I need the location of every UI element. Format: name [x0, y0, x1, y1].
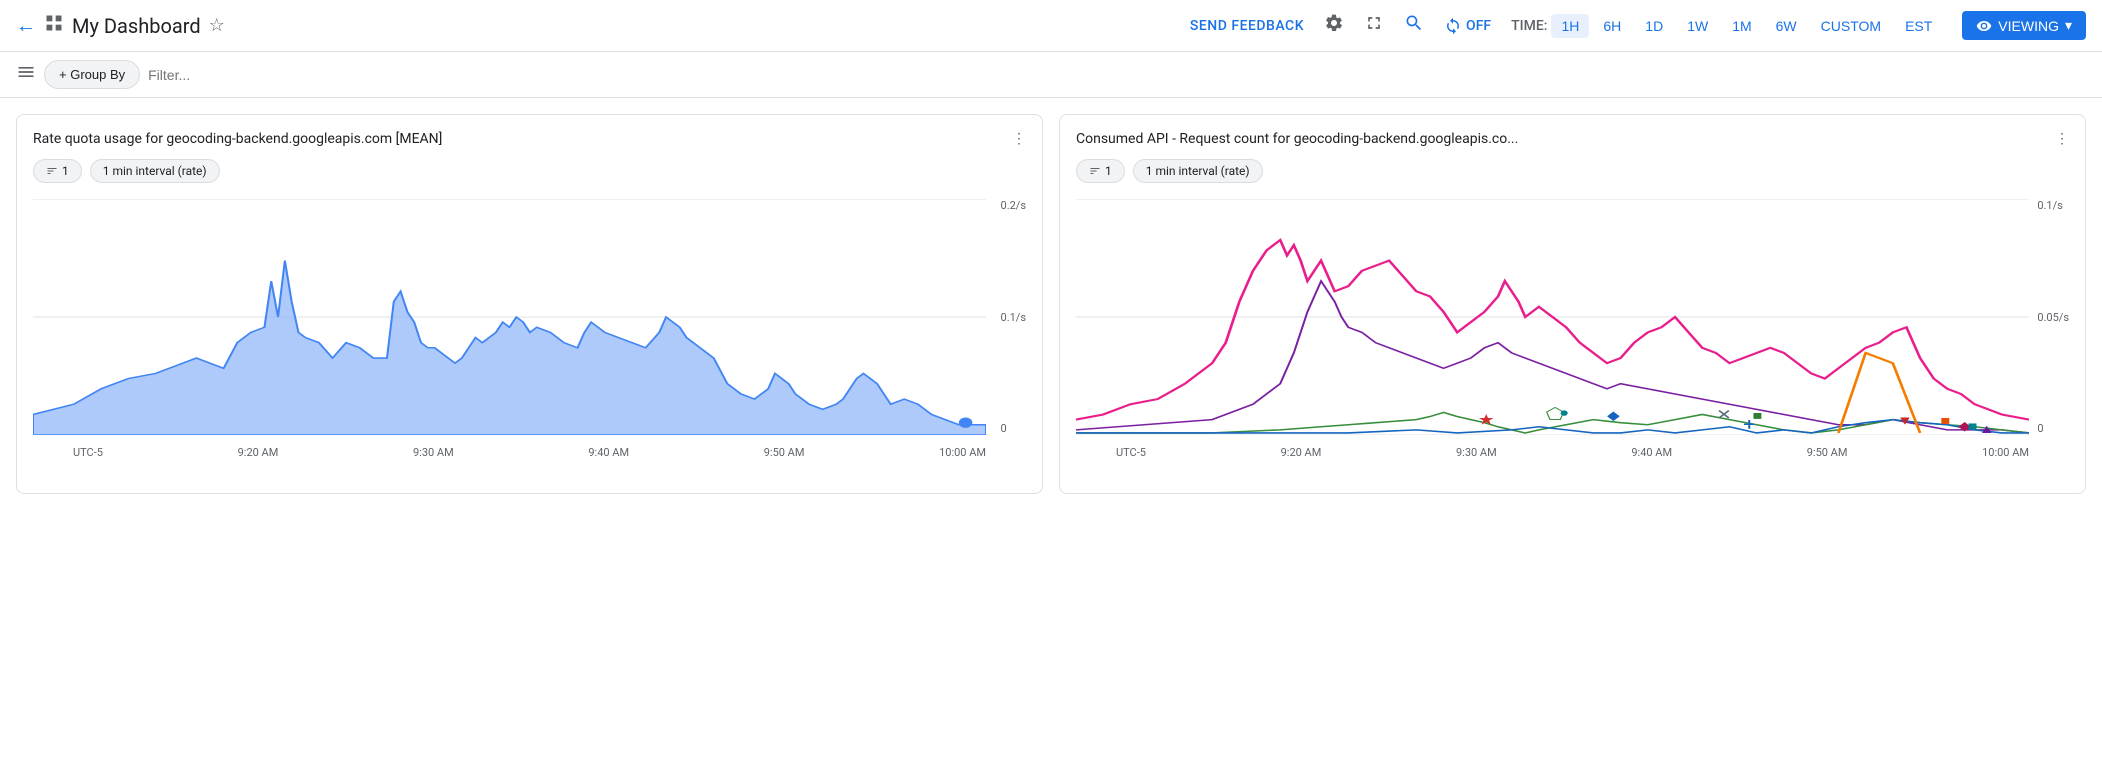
- chart-2-x-labels: UTC-5 9:20 AM 9:30 AM 9:40 AM 9:50 AM 10…: [1116, 446, 2029, 459]
- dashboard-title: My Dashboard: [72, 14, 201, 38]
- fullscreen-icon[interactable]: [1364, 13, 1384, 38]
- chart-1-x-0: UTC-5: [73, 446, 103, 459]
- chart-1-svg-area: [33, 199, 986, 435]
- time-section: TIME: 1H 6H 1D 1W 1M 6W CUSTOM EST: [1511, 14, 1942, 38]
- timezone-button[interactable]: EST: [1895, 14, 1942, 38]
- svg-text:✕: ✕: [1716, 407, 1732, 424]
- chart-1-filter-count: 1: [62, 164, 69, 178]
- chart-2-x-4: 9:50 AM: [1807, 446, 1848, 459]
- time-1d-button[interactable]: 1D: [1635, 14, 1673, 38]
- auto-refresh-label: OFF: [1466, 18, 1491, 34]
- chart-1-interval-label: 1 min interval (rate): [103, 164, 207, 178]
- chart-1-interval-badge[interactable]: 1 min interval (rate): [90, 159, 220, 183]
- chart-2-x-0: UTC-5: [1116, 446, 1146, 459]
- back-button[interactable]: ←: [16, 13, 36, 38]
- settings-icon[interactable]: [1324, 13, 1344, 38]
- dashboard-icon[interactable]: [44, 13, 64, 38]
- svg-text:★: ★: [1478, 412, 1495, 429]
- svg-text:+: +: [1743, 415, 1755, 435]
- chart-2-x-3: 9:40 AM: [1631, 446, 1672, 459]
- header: ← My Dashboard ☆ SEND FEEDBACK OFF TIME:…: [0, 0, 2102, 52]
- header-center: SEND FEEDBACK OFF TIME: 1H 6H 1D 1W 1M 6…: [1190, 11, 2086, 40]
- viewing-dropdown-icon: ▾: [2065, 17, 2072, 34]
- chart-2-x-2: 9:30 AM: [1456, 446, 1497, 459]
- header-left: ← My Dashboard ☆: [16, 13, 1178, 38]
- toolbar: + Group By: [0, 52, 2102, 98]
- time-1w-button[interactable]: 1W: [1677, 14, 1718, 38]
- chart-2-title: Consumed API - Request count for geocodi…: [1076, 131, 1518, 147]
- chart-2-filter-count: 1: [1105, 164, 1112, 178]
- time-1h-button[interactable]: 1H: [1551, 14, 1589, 38]
- chart-2-area: 0.1/s 0.05/s 0: [1076, 199, 2069, 459]
- chart-1-x-4: 9:50 AM: [764, 446, 805, 459]
- chart-1-menu-icon[interactable]: ⋮: [1012, 131, 1026, 147]
- chart-2-header: Consumed API - Request count for geocodi…: [1076, 131, 2069, 147]
- chart-2-y-labels: 0.1/s 0.05/s 0: [2037, 199, 2069, 459]
- chart-1-x-1: 9:20 AM: [238, 446, 279, 459]
- chart-2-x-1: 9:20 AM: [1281, 446, 1322, 459]
- time-6h-button[interactable]: 6H: [1593, 14, 1631, 38]
- time-custom-button[interactable]: CUSTOM: [1811, 14, 1891, 38]
- search-icon[interactable]: [1404, 13, 1424, 38]
- chart-2-y-top: 0.1/s: [2037, 199, 2069, 212]
- chart-1-filter-badge[interactable]: 1: [33, 159, 82, 183]
- menu-icon[interactable]: [16, 62, 36, 87]
- svg-text:■: ■: [1968, 419, 1978, 433]
- viewing-button[interactable]: VIEWING ▾: [1962, 11, 2086, 40]
- chart-1-x-5: 10:00 AM: [939, 446, 986, 459]
- filter-input[interactable]: [148, 67, 2086, 83]
- chart-2-interval-badge[interactable]: 1 min interval (rate): [1133, 159, 1263, 183]
- chart-1-y-labels: 0.2/s 0.1/s 0: [1001, 199, 1026, 459]
- svg-text:▲: ▲: [1979, 422, 1995, 435]
- group-by-button[interactable]: + Group By: [44, 60, 140, 89]
- svg-text:■: ■: [1941, 414, 1951, 428]
- chart-1-filters: 1 1 min interval (rate): [33, 159, 1026, 183]
- chart-2-card: Consumed API - Request count for geocodi…: [1059, 114, 2086, 494]
- chart-1-y-top: 0.2/s: [1001, 199, 1026, 212]
- chart-2-filter-badge[interactable]: 1: [1076, 159, 1125, 183]
- chart-2-y-bot: 0: [2037, 422, 2069, 435]
- chart-1-card: Rate quota usage for geocoding-backend.g…: [16, 114, 1043, 494]
- time-label: TIME:: [1511, 18, 1547, 34]
- svg-text:●: ●: [1559, 405, 1569, 419]
- main-content: Rate quota usage for geocoding-backend.g…: [0, 98, 2102, 510]
- svg-text:◆: ◆: [1607, 409, 1620, 423]
- star-icon[interactable]: ☆: [209, 15, 225, 36]
- time-1m-button[interactable]: 1M: [1722, 14, 1761, 38]
- auto-refresh-toggle[interactable]: OFF: [1444, 17, 1491, 35]
- viewing-label: VIEWING: [1998, 18, 2059, 34]
- chart-2-svg-area: ★ ⬠ ◆ ● ✕ ■ ■ + ▼: [1076, 199, 2029, 435]
- chart-1-y-bot: 0: [1001, 422, 1026, 435]
- time-6w-button[interactable]: 6W: [1766, 14, 1807, 38]
- group-by-label: + Group By: [59, 67, 125, 82]
- svg-text:▼: ▼: [1897, 414, 1913, 428]
- chart-1-header: Rate quota usage for geocoding-backend.g…: [33, 131, 1026, 147]
- chart-1-x-2: 9:30 AM: [413, 446, 454, 459]
- chart-2-x-5: 10:00 AM: [1982, 446, 2029, 459]
- send-feedback-button[interactable]: SEND FEEDBACK: [1190, 18, 1304, 34]
- chart-1-x-labels: UTC-5 9:20 AM 9:30 AM 9:40 AM 9:50 AM 10…: [73, 446, 986, 459]
- chart-2-menu-icon[interactable]: ⋮: [2055, 131, 2069, 147]
- chart-1-x-3: 9:40 AM: [588, 446, 629, 459]
- chart-1-y-mid: 0.1/s: [1001, 311, 1026, 324]
- chart-1-title: Rate quota usage for geocoding-backend.g…: [33, 131, 442, 147]
- chart-1-area: 0.2/s 0.1/s 0 UTC-5 9:20 AM: [33, 199, 1026, 459]
- chart-2-interval-label: 1 min interval (rate): [1146, 164, 1250, 178]
- chart-2-y-mid: 0.05/s: [2037, 311, 2069, 324]
- chart-2-filters: 1 1 min interval (rate): [1076, 159, 2069, 183]
